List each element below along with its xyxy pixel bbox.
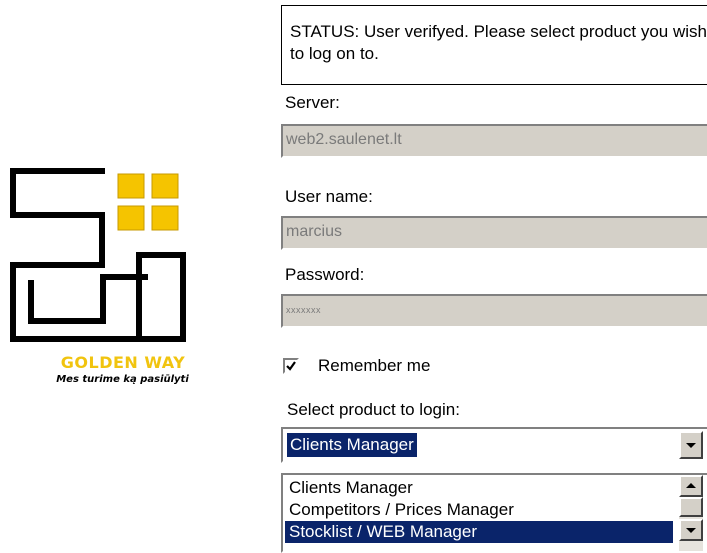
password-field[interactable]: xxxxxxx — [281, 294, 707, 328]
product-options-list[interactable]: Clients Manager Competitors / Prices Man… — [281, 473, 707, 553]
list-scrollbar[interactable] — [679, 475, 703, 551]
username-label: User name: — [285, 187, 373, 206]
logo-brand-name: GOLDEN WAY — [60, 353, 186, 372]
product-option[interactable]: Competitors / Prices Manager — [285, 499, 518, 521]
chevron-up-icon — [686, 483, 696, 488]
scroll-down-button[interactable] — [679, 519, 703, 541]
checkmark-icon — [286, 361, 296, 371]
remember-me-checkbox[interactable] — [283, 358, 299, 374]
golden-way-logo: GOLDEN WAY Mes turime ką pasiūlyti — [0, 160, 240, 400]
server-label: Server: — [285, 93, 340, 112]
product-option[interactable]: Clients Manager — [285, 477, 417, 499]
chevron-down-icon — [686, 443, 696, 448]
status-message: STATUS: User verifyed. Please select pro… — [281, 5, 707, 85]
remember-me-label[interactable]: Remember me — [318, 356, 430, 376]
server-field[interactable]: web2.saulenet.lt — [281, 124, 707, 158]
product-selected-value[interactable]: Clients Manager — [287, 433, 417, 457]
logo-tagline: Mes turime ką pasiūlyti — [56, 374, 189, 385]
product-option-highlighted[interactable]: Stocklist / WEB Manager — [285, 521, 673, 543]
dropdown-button[interactable] — [679, 431, 703, 459]
username-field[interactable]: marcius — [281, 216, 707, 250]
password-label: Password: — [285, 265, 365, 284]
scroll-thumb[interactable] — [679, 497, 703, 517]
product-select-label: Select product to login: — [287, 400, 460, 419]
scroll-up-button[interactable] — [679, 475, 703, 497]
chevron-down-icon — [686, 528, 696, 533]
sw-logo-mark-icon — [10, 168, 186, 342]
product-combobox[interactable]: Clients Manager — [281, 427, 707, 463]
